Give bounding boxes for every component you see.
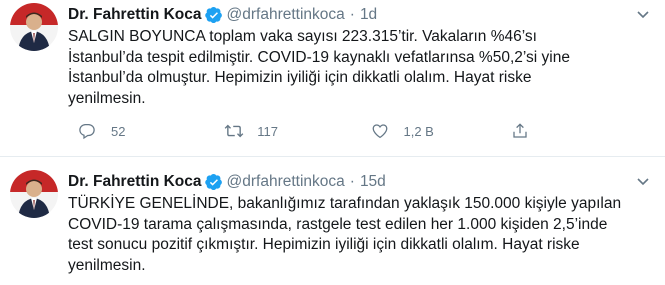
tweet-text-line: COVID-19 tarama çalışmasında, rastgele t… [68, 215, 608, 233]
tweet-2[interactable]: Dr. Fahrettin Koca @drfahrettinkoca · 15… [0, 157, 665, 285]
tweet-text-line: SALGIN BOYUNCA toplam vaka sayısı 223.31… [68, 28, 537, 45]
tweet-text-line: TÜRKİYE GENELİNDE, bakanlığımız tarafınd… [68, 195, 622, 212]
avatar[interactable] [10, 170, 58, 218]
tweet-header: Dr. Fahrettin Koca @drfahrettinkoca · 1d [68, 0, 653, 26]
tweet-text: SALGIN BOYUNCA toplam vaka sayısı 223.31… [68, 27, 648, 109]
chevron-down-icon[interactable] [634, 6, 652, 24]
retweet-count: 117 [257, 123, 278, 139]
share-button[interactable] [507, 122, 653, 140]
separator-dot: · [349, 173, 355, 190]
tweet-text-line: İstanbul’da tespit edilmiştir. COVID-19 … [68, 48, 570, 66]
chevron-down-icon[interactable] [634, 173, 652, 191]
tweet-text-line: yenilmesin. [68, 256, 146, 274]
like-count: 1,2 B [403, 123, 434, 139]
tweet-text: TÜRKİYE GENELİNDE, bakanlığımız tarafınd… [68, 194, 648, 276]
tweet-text-line: yenilmesin. [68, 89, 146, 107]
tweet-timestamp[interactable]: 15d [360, 171, 386, 193]
author-handle[interactable]: @drfahrettinkoca [227, 4, 345, 26]
like-button[interactable]: 1,2 B [361, 122, 507, 140]
tweet-header: Dr. Fahrettin Koca @drfahrettinkoca · 15… [68, 157, 653, 193]
author-name[interactable]: Dr. Fahrettin Koca [68, 4, 202, 26]
verified-badge-icon [204, 173, 223, 191]
verified-badge-icon [204, 6, 223, 24]
tweet-text-line: İstanbul’da olmuştur. Hepimizin iyiliği … [68, 69, 532, 86]
tweet-text-line: test sonucu pozitif çıkmıştır. Hepimizin… [68, 236, 580, 253]
reply-icon [78, 122, 102, 140]
reply-button[interactable]: 52 [68, 122, 214, 140]
tweet-actions: 52 117 1,2 B [68, 120, 653, 142]
author-handle[interactable]: @drfahrettinkoca [227, 171, 345, 193]
author-name[interactable]: Dr. Fahrettin Koca [68, 171, 202, 193]
avatar[interactable] [10, 3, 58, 51]
retweet-icon [224, 122, 248, 140]
tweet-1[interactable]: Dr. Fahrettin Koca @drfahrettinkoca · 1d… [0, 0, 665, 157]
retweet-button[interactable]: 117 [214, 122, 360, 140]
share-icon [511, 122, 535, 140]
tweet-timestamp[interactable]: 1d [360, 4, 377, 26]
separator-dot: · [349, 6, 355, 23]
like-icon [371, 122, 395, 140]
reply-count: 52 [111, 123, 126, 139]
